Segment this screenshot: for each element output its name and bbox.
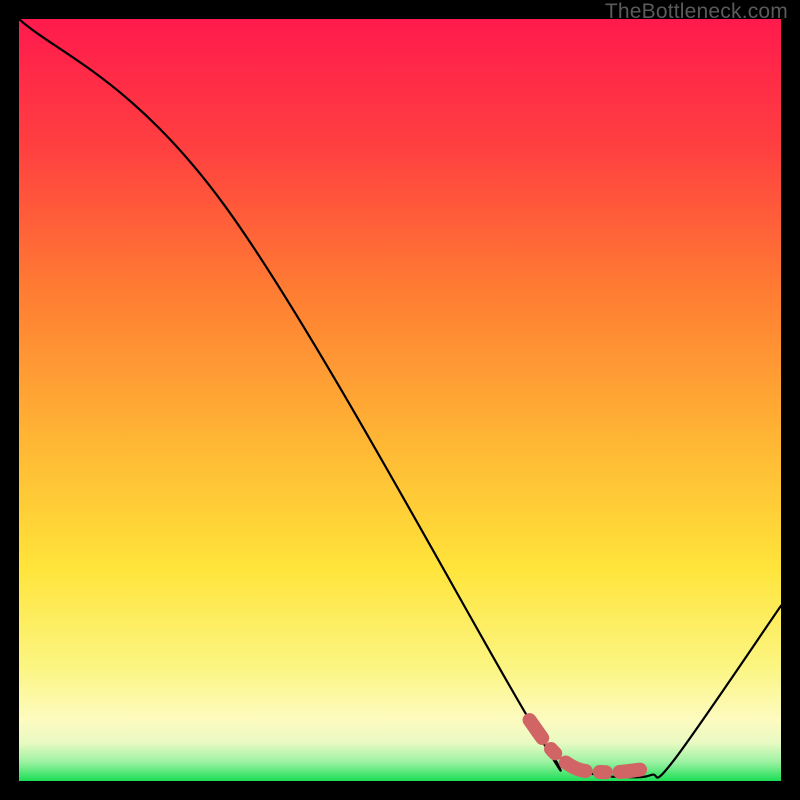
main-curve	[19, 19, 781, 778]
chart-frame: TheBottleneck.com	[0, 0, 800, 800]
plot-area	[19, 19, 781, 781]
dashed-highlight	[530, 720, 640, 772]
curve-layer	[19, 19, 781, 781]
